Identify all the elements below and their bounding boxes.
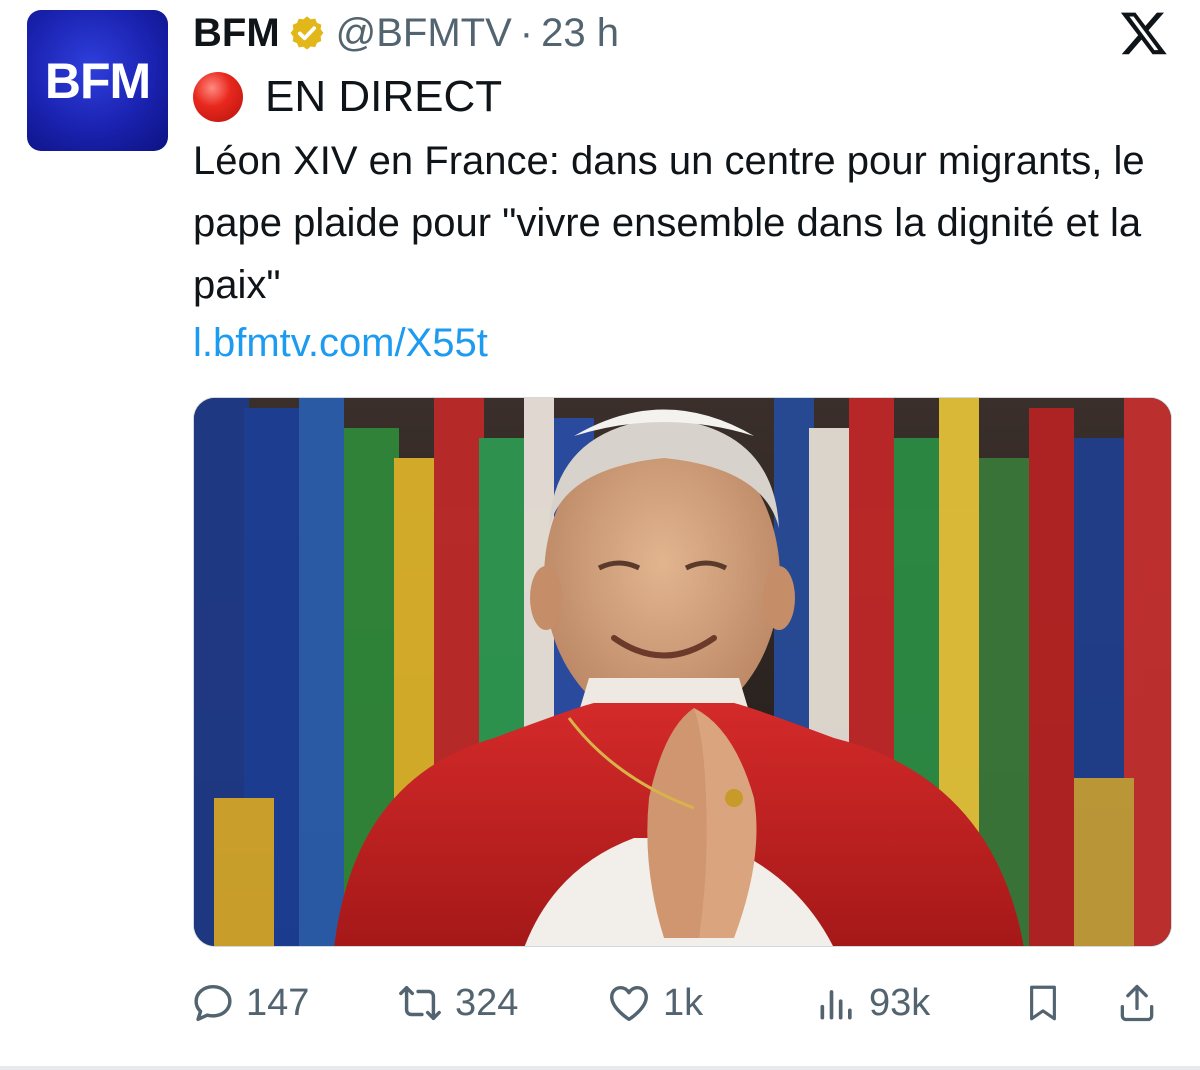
like-button[interactable]: 1k [605, 975, 703, 1031]
pope-photo-illustration [194, 398, 1171, 946]
reply-icon [194, 984, 232, 1022]
reply-button[interactable]: 147 [190, 975, 309, 1031]
separator-dot: · [519, 10, 534, 55]
avatar-logo-text: BFM [44, 52, 151, 109]
like-icon [610, 985, 648, 1022]
account-name[interactable]: BFM [193, 11, 280, 56]
tweet-actions: 147 324 1k 93k [190, 975, 1175, 1031]
live-indicator: EN DIRECT [193, 72, 502, 122]
retweet-count: 324 [455, 981, 519, 1024]
divider [0, 1066, 1200, 1070]
tweet-link[interactable]: l.bfmtv.com/X55t [193, 316, 488, 370]
live-label: EN DIRECT [265, 72, 503, 121]
share-button[interactable] [1115, 975, 1169, 1031]
retweet-icon [399, 985, 441, 1021]
tweet-media-photo[interactable] [193, 397, 1172, 947]
x-logo-icon[interactable] [1118, 8, 1170, 58]
avatar[interactable]: BFM [27, 10, 168, 151]
tweet-text: Léon XIV en France: dans un centre pour … [193, 139, 1145, 307]
reply-count: 147 [246, 981, 310, 1024]
tweet-time[interactable]: 23 h [541, 11, 619, 56]
verified-badge-icon [290, 16, 324, 50]
retweet-button[interactable]: 324 [395, 975, 518, 1031]
views-icon [820, 990, 852, 1020]
share-icon [1120, 984, 1154, 1022]
views-count: 93k [869, 981, 931, 1024]
tweet-header: BFM @BFMTV · 23 h [193, 8, 619, 58]
like-count: 1k [663, 981, 704, 1024]
live-red-circle-icon [193, 72, 243, 122]
account-handle[interactable]: @BFMTV [336, 11, 512, 56]
bookmark-button[interactable] [1022, 975, 1074, 1031]
bookmark-icon [1030, 985, 1056, 1021]
views-button[interactable]: 93k [815, 975, 930, 1031]
